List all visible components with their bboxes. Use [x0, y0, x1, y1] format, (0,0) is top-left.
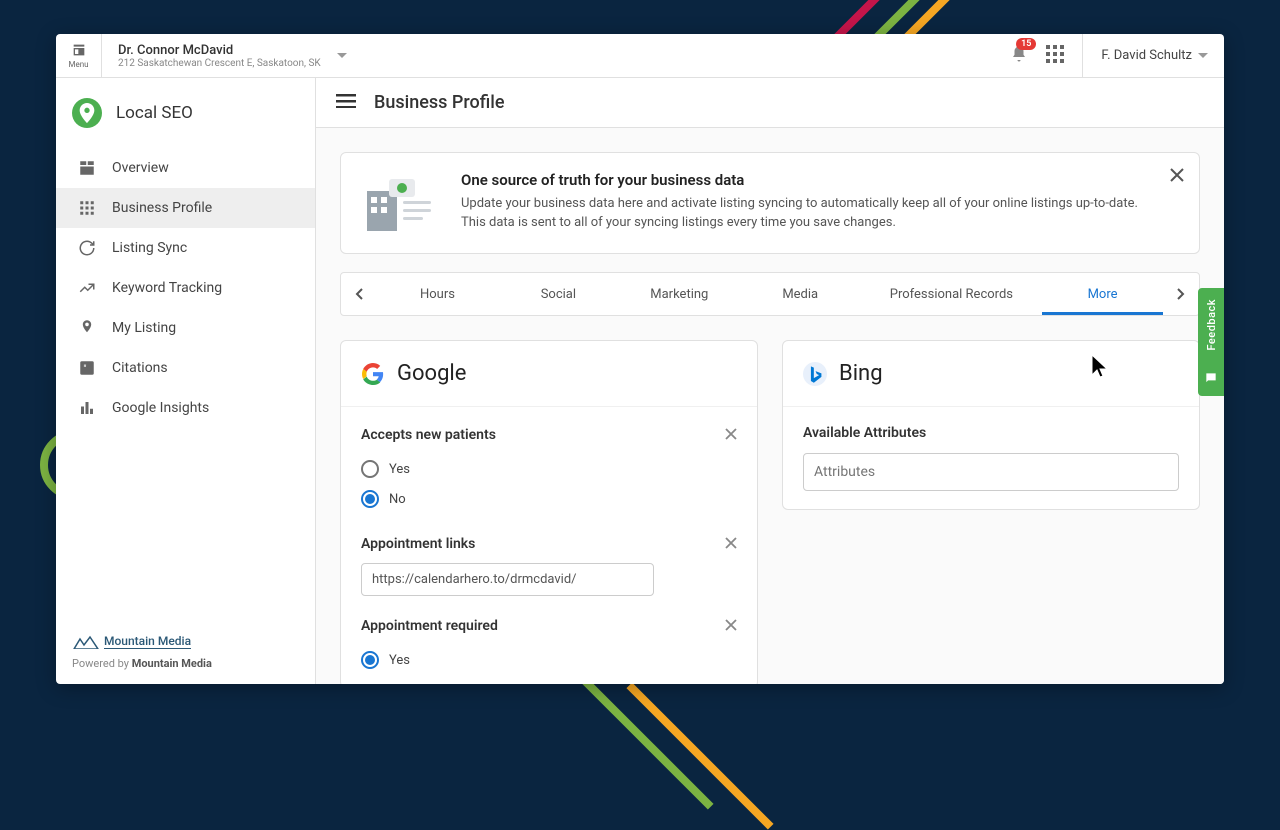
radio-icon [361, 460, 379, 478]
bing-card-title: Bing [839, 361, 883, 386]
bing-card-head: Bing [783, 341, 1199, 407]
page-header: Business Profile [316, 78, 1224, 128]
attributes-input[interactable] [803, 453, 1179, 491]
nav-overview[interactable]: Overview [56, 148, 315, 188]
banner-title: One source of truth for your business da… [461, 171, 1151, 189]
attr-remove-button[interactable] [725, 425, 737, 444]
nav-my-listing[interactable]: My Listing [56, 308, 315, 348]
google-card-title: Google [397, 361, 466, 386]
notification-badge: 15 [1016, 38, 1036, 50]
menu-button[interactable]: Menu [56, 34, 102, 78]
chevron-left-icon [355, 288, 363, 300]
banner-body: Update your business data here and activ… [461, 195, 1151, 233]
nav-label: Business Profile [112, 200, 212, 216]
tabs-row: Hours Social Marketing Media Professiona… [340, 272, 1200, 316]
chevron-down-icon [1198, 53, 1208, 59]
main: Business Profile One source of truth for… [316, 78, 1224, 684]
tab-media[interactable]: Media [740, 275, 861, 314]
feedback-button[interactable]: Feedback [1198, 288, 1224, 396]
radio-label: Yes [389, 462, 410, 477]
powered-by: Powered by Mountain Media [72, 657, 299, 670]
brand-icon [72, 98, 102, 128]
nav-label: Google Insights [112, 400, 209, 416]
banner-illustration [361, 171, 437, 235]
logo-text: Mountain Media [104, 634, 191, 649]
nav-citations[interactable]: " Citations [56, 348, 315, 388]
tab-hours[interactable]: Hours [377, 275, 498, 314]
google-icon [361, 362, 385, 386]
attr-title: Appointment required [361, 618, 498, 634]
app-window: Menu Dr. Connor McDavid 212 Saskatchewan… [56, 34, 1224, 684]
bing-icon [803, 362, 827, 386]
nav: Overview Business Profile Listing Sync K… [56, 148, 315, 619]
apps-grid-icon [1046, 45, 1064, 63]
nav-label: Listing Sync [112, 240, 187, 256]
tab-professional-records[interactable]: Professional Records [861, 275, 1042, 314]
notifications-button[interactable]: 15 [1010, 44, 1028, 68]
nav-keyword-tracking[interactable]: Keyword Tracking [56, 268, 315, 308]
account-selector[interactable]: Dr. Connor McDavid 212 Saskatchewan Cres… [102, 43, 1010, 69]
radio-label: No [389, 492, 406, 507]
brand-title: Local SEO [116, 103, 193, 123]
sidebar: Local SEO Overview Business Profile List… [56, 78, 316, 684]
close-icon [1169, 167, 1185, 183]
nav-label: My Listing [112, 320, 176, 336]
nav-business-profile[interactable]: Business Profile [56, 188, 315, 228]
radio-label: Yes [389, 653, 410, 668]
close-icon [725, 537, 737, 549]
banner-close-button[interactable] [1169, 167, 1185, 187]
attr-title: Appointment links [361, 536, 475, 552]
info-banner: One source of truth for your business da… [340, 152, 1200, 254]
sidebar-footer: Mountain Media Powered by Mountain Media [56, 619, 315, 684]
nav-listing-sync[interactable]: Listing Sync [56, 228, 315, 268]
feedback-label: Feedback [1205, 299, 1218, 351]
google-card: Google Accepts new patients Yes [340, 340, 758, 684]
chevron-right-icon [1177, 288, 1185, 300]
available-attrs-label: Available Attributes [803, 425, 1179, 441]
chevron-down-icon [337, 53, 347, 59]
tab-more[interactable]: More [1042, 275, 1163, 314]
attr-appointment-required: Appointment required Yes [361, 616, 737, 669]
nav-label: Overview [112, 160, 169, 176]
doctor-name: Dr. Connor McDavid [118, 43, 321, 58]
svg-text:": " [83, 362, 86, 375]
nav-label: Keyword Tracking [112, 280, 222, 296]
storefront-icon [70, 42, 88, 58]
chat-icon [1204, 371, 1218, 385]
attr-remove-button[interactable] [725, 616, 737, 635]
topbar: Menu Dr. Connor McDavid 212 Saskatchewan… [56, 34, 1224, 78]
user-menu[interactable]: F. David Schultz [1082, 34, 1208, 78]
attr-remove-button[interactable] [725, 534, 737, 553]
google-card-head: Google [341, 341, 757, 407]
menu-label: Menu [68, 60, 88, 69]
radio-yes[interactable]: Yes [361, 645, 737, 669]
radio-icon-checked [361, 651, 379, 669]
close-icon [725, 619, 737, 631]
apps-button[interactable] [1046, 45, 1064, 67]
attr-accepts-new-patients: Accepts new patients Yes No [361, 425, 737, 514]
appointment-link-input[interactable] [361, 563, 654, 596]
tabs-prev-button[interactable] [341, 288, 377, 300]
nav-google-insights[interactable]: Google Insights [56, 388, 315, 428]
close-icon [725, 428, 737, 440]
radio-no[interactable]: No [361, 484, 737, 514]
hamburger-button[interactable] [336, 93, 356, 112]
bing-card: Bing Available Attributes [782, 340, 1200, 510]
tab-marketing[interactable]: Marketing [619, 275, 740, 314]
mountain-media-logo: Mountain Media [72, 634, 299, 649]
user-name: F. David Schultz [1101, 48, 1192, 63]
tabs-next-button[interactable] [1163, 288, 1199, 300]
nav-label: Citations [112, 360, 168, 376]
brand: Local SEO [56, 78, 315, 148]
page-title: Business Profile [374, 92, 504, 113]
hamburger-icon [336, 94, 356, 108]
doctor-address: 212 Saskatchewan Crescent E, Saskatoon, … [118, 58, 321, 69]
radio-icon-checked [361, 490, 379, 508]
attr-appointment-links: Appointment links [361, 534, 737, 596]
tab-social[interactable]: Social [498, 275, 619, 314]
radio-yes[interactable]: Yes [361, 454, 737, 484]
attr-title: Accepts new patients [361, 427, 496, 443]
